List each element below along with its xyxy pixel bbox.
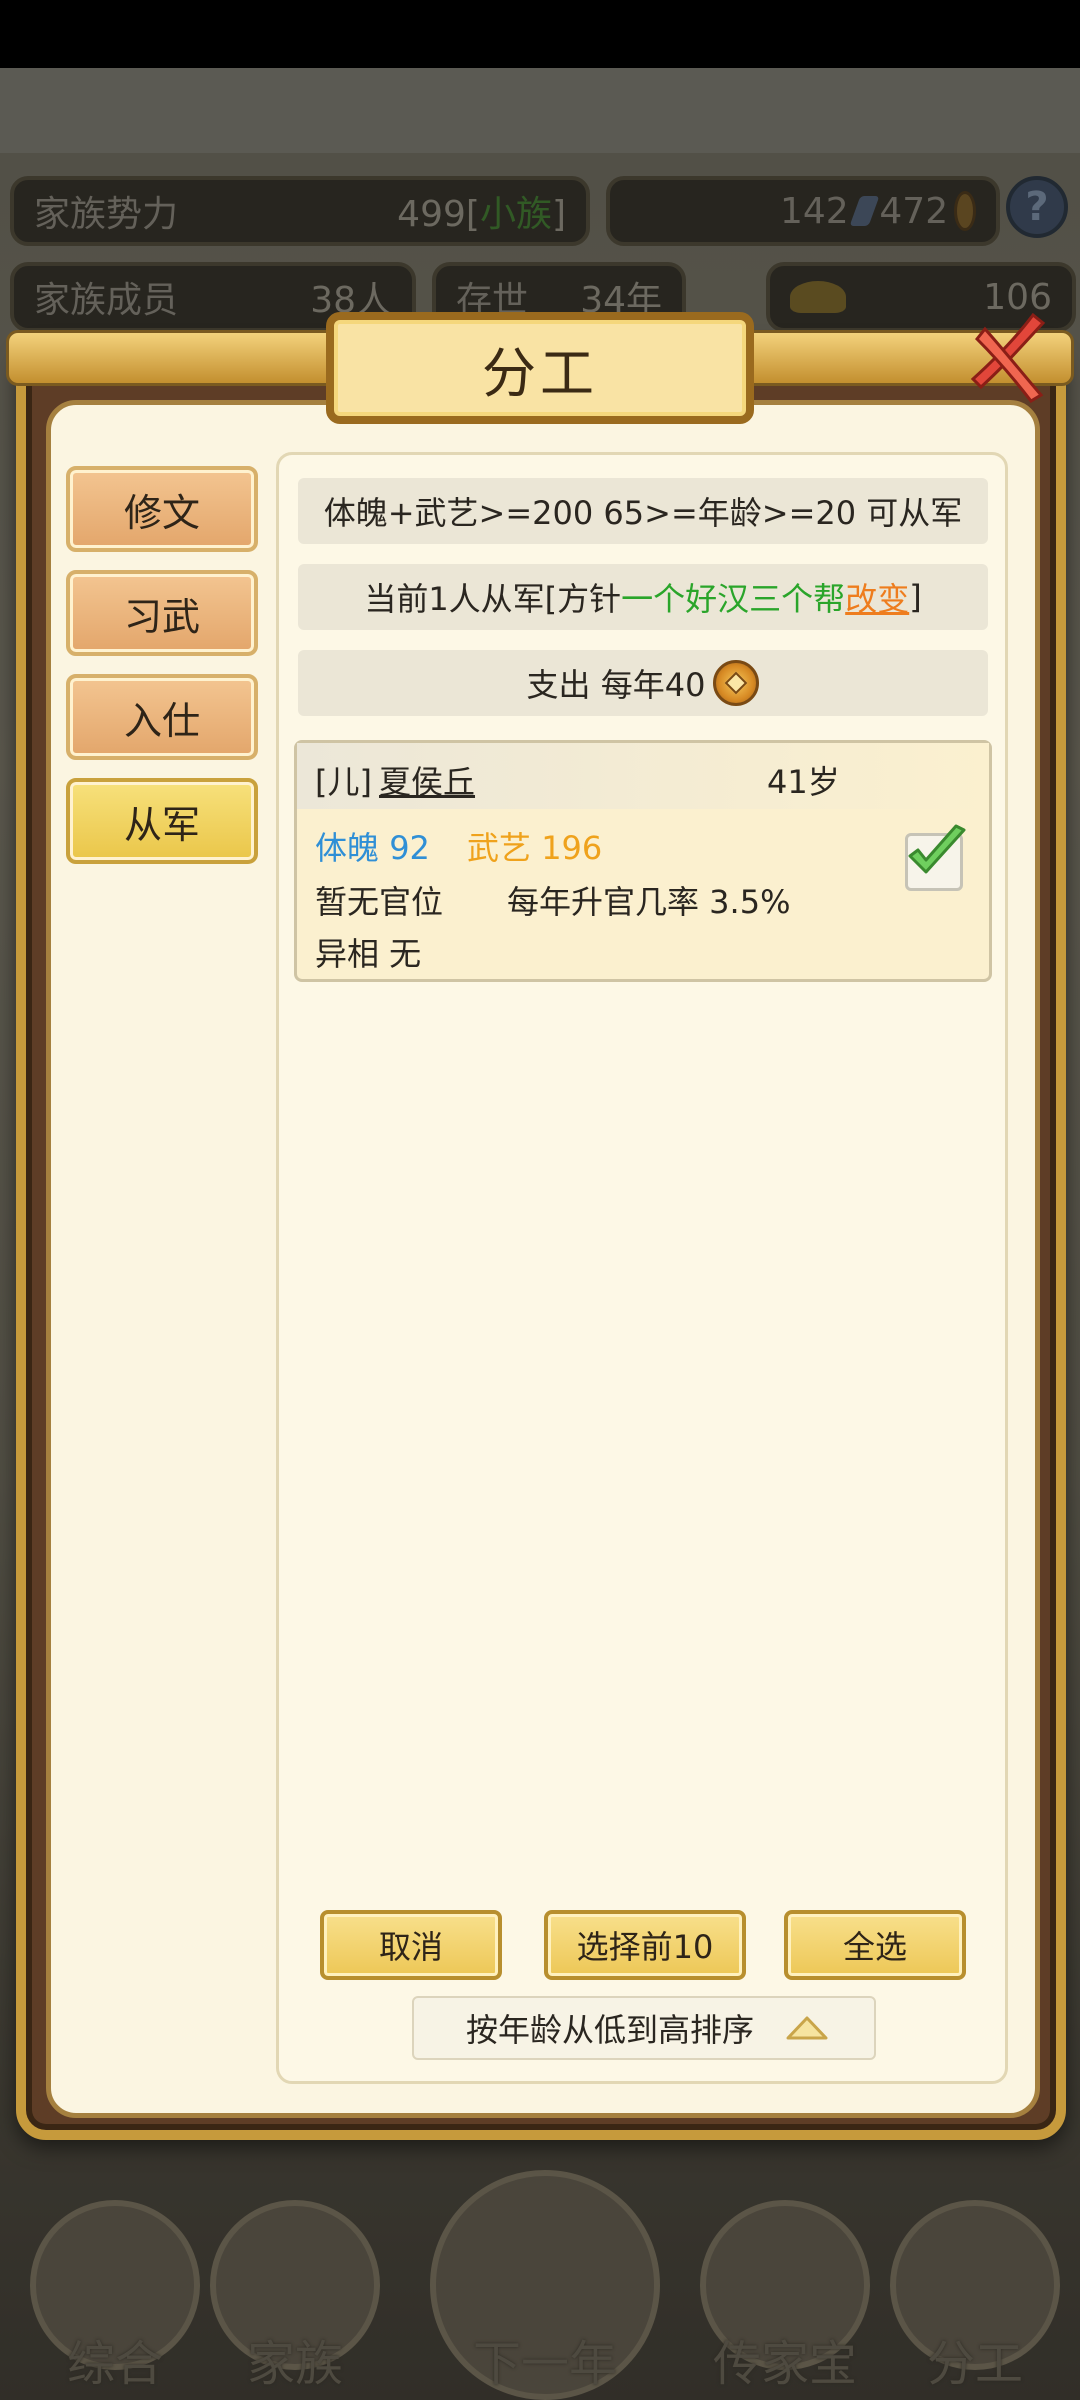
expense-bar: 支出 每年40 — [298, 650, 988, 716]
nav-heirloom[interactable]: 传家宝 — [690, 2200, 880, 2400]
status-bar — [0, 0, 1080, 68]
policy-prefix: 当前1人从军[方针 — [364, 580, 622, 618]
policy-bar: 当前1人从军[方针 一个好汉三个帮 改变] — [298, 564, 988, 630]
martial-stat: 武艺 196 — [467, 829, 603, 867]
member-age: 41岁 — [767, 763, 840, 801]
member-trait: 异相 无 — [315, 935, 422, 973]
nav-division-label: 分工 — [926, 2336, 1023, 2392]
tab-literature[interactable]: 修文 — [66, 466, 258, 552]
sort-label: 按年龄从低到高排序 — [466, 2011, 755, 2049]
member-name-link[interactable]: 夏侯丘 — [379, 757, 475, 803]
member-promotion-rate: 每年升官几率 3.5% — [507, 883, 791, 921]
nav-overview-label: 综合 — [66, 2336, 163, 2392]
change-policy-link[interactable]: 改变 — [845, 574, 909, 620]
member-office: 暂无官位 — [315, 883, 444, 921]
member-card[interactable]: [儿] 夏侯丘 41岁 体魄 92 武艺 196 暂无官位 每年升官几率 3.5… — [294, 740, 992, 982]
physique-stat: 体魄 92 — [315, 829, 430, 867]
nav-heirloom-label: 传家宝 — [712, 2336, 857, 2392]
nav-division[interactable]: 分工 — [880, 2200, 1070, 2400]
coin-icon — [713, 660, 760, 706]
nav-family-label: 家族 — [246, 2336, 343, 2392]
policy-suffix: ] — [909, 578, 922, 616]
sort-dropdown[interactable]: 按年龄从低到高排序 — [412, 1996, 876, 2060]
member-relation: [儿] — [315, 763, 372, 801]
tab-military[interactable]: 从军 — [66, 778, 258, 864]
member-select-checkbox[interactable] — [905, 824, 966, 891]
policy-name: 一个好汉三个帮 — [621, 580, 846, 618]
requirement-bar: 体魄+武艺>=200 65>=年龄>=20 可从军 — [298, 478, 988, 544]
checkmark-icon — [908, 824, 966, 874]
expense-text: 支出 每年40 — [526, 666, 706, 704]
cancel-button[interactable]: 取消 — [320, 1910, 502, 1980]
nav-next-year[interactable]: 下一年 — [430, 2170, 660, 2400]
dialog-title: 分工 — [326, 312, 754, 424]
select-all-button[interactable]: 全选 — [784, 1910, 966, 1980]
nav-next-year-label: 下一年 — [472, 2336, 617, 2392]
close-button[interactable] — [950, 304, 1060, 414]
nav-overview[interactable]: 综合 — [20, 2200, 210, 2400]
nav-family[interactable]: 家族 — [200, 2200, 390, 2400]
select-top10-button[interactable]: 选择前10 — [544, 1910, 746, 1980]
triangle-up-icon — [786, 2016, 828, 2040]
tab-official[interactable]: 入仕 — [66, 674, 258, 760]
tab-martial[interactable]: 习武 — [66, 570, 258, 656]
close-icon — [970, 312, 1046, 403]
